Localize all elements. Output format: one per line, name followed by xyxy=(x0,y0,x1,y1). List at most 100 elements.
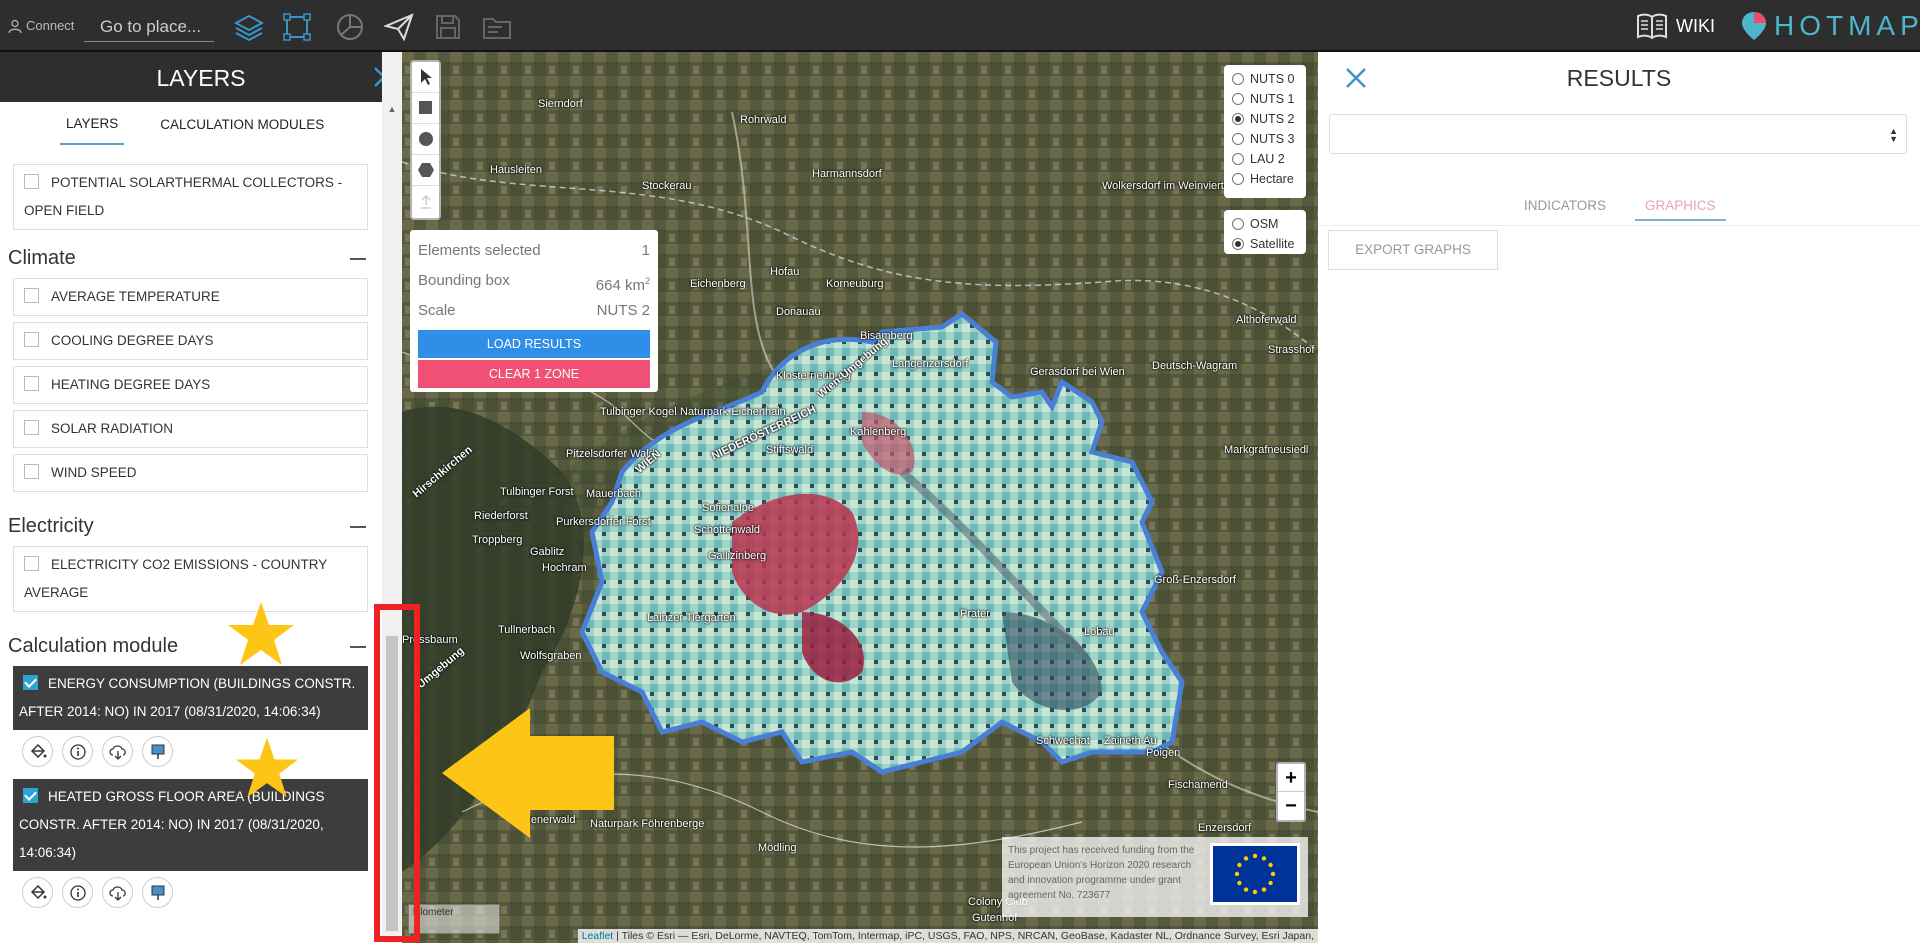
load-results-button[interactable]: LOAD RESULTS xyxy=(418,330,650,358)
checkbox[interactable] xyxy=(24,288,39,303)
leaflet-link[interactable]: Leaflet xyxy=(582,930,614,942)
basemap-option-satellite[interactable]: Satellite xyxy=(1232,234,1298,254)
cloud-download-icon[interactable] xyxy=(102,736,133,767)
save-icon[interactable] xyxy=(432,12,464,42)
checkbox[interactable] xyxy=(24,376,39,391)
radio-button[interactable] xyxy=(1232,218,1244,230)
layer-item[interactable]: COOLING DEGREE DAYS xyxy=(13,322,368,360)
draw-toolbar xyxy=(410,60,441,220)
scroll-up-arrow-icon[interactable]: ▲ xyxy=(382,104,402,114)
layer-item-solarthermal[interactable]: POTENTIAL SOLARTHERMAL COLLECTORS - OPEN… xyxy=(13,164,368,230)
clear-zone-button[interactable]: CLEAR 1 ZONE xyxy=(418,360,650,388)
eu-star xyxy=(1268,880,1273,886)
layer-item[interactable]: AVERAGE TEMPERATURE xyxy=(13,278,368,316)
group-header-calculation-module[interactable]: Calculation module xyxy=(8,626,366,666)
layer-label: WIND SPEED xyxy=(51,465,137,480)
export-graphs-button[interactable]: EXPORT GRAPHS xyxy=(1328,230,1498,270)
checkbox-checked[interactable] xyxy=(23,788,38,803)
checkbox-checked[interactable] xyxy=(23,675,38,690)
group-header-climate[interactable]: Climate xyxy=(8,238,366,278)
cursor-icon[interactable] xyxy=(412,62,439,93)
radio-button-selected[interactable] xyxy=(1232,113,1244,125)
legend-icon[interactable] xyxy=(142,877,173,908)
paint-bucket-icon[interactable] xyxy=(22,877,53,908)
map-place-label: Lainzer Tiergarten xyxy=(647,612,736,624)
checkbox[interactable] xyxy=(24,174,39,189)
pie-chart-icon[interactable] xyxy=(334,12,366,42)
place-search-input[interactable] xyxy=(84,12,214,42)
collapse-icon[interactable] xyxy=(350,526,366,528)
map-place-label: Purkersdorfer Forst xyxy=(556,516,651,528)
upload-icon[interactable] xyxy=(412,186,439,217)
paint-bucket-icon[interactable] xyxy=(22,736,53,767)
map-place-label: Stockerau xyxy=(642,180,692,192)
layer-item[interactable]: WIND SPEED xyxy=(13,454,368,492)
zoom-in-button[interactable]: + xyxy=(1278,764,1304,792)
user-icon xyxy=(8,19,22,33)
group-header-electricity[interactable]: Electricity xyxy=(8,506,366,546)
scale-option-lau2[interactable]: LAU 2 xyxy=(1232,149,1298,169)
radio-button[interactable] xyxy=(1232,93,1244,105)
radio-button[interactable] xyxy=(1232,153,1244,165)
zoom-out-button[interactable]: − xyxy=(1278,792,1304,820)
area-select-icon[interactable] xyxy=(281,12,313,42)
tab-layers[interactable]: LAYERS xyxy=(60,104,125,145)
radio-button[interactable] xyxy=(1232,133,1244,145)
scale-option-hectare[interactable]: Hectare xyxy=(1232,169,1298,189)
checkbox[interactable] xyxy=(24,420,39,435)
tab-calculation-modules[interactable]: CALCULATION MODULES xyxy=(154,105,330,144)
radio-button[interactable] xyxy=(1232,73,1244,85)
circle-draw-icon[interactable] xyxy=(412,124,439,155)
collapse-icon[interactable] xyxy=(350,646,366,648)
tab-indicators[interactable]: INDICATORS xyxy=(1514,192,1616,219)
layer-item[interactable]: ELECTRICITY CO2 EMISSIONS - COUNTRY AVER… xyxy=(13,546,368,612)
active-layer-energy-consumption[interactable]: ENERGY CONSUMPTION (BUILDINGS CONSTR. AF… xyxy=(13,666,368,730)
close-icon[interactable] xyxy=(1344,66,1368,90)
map-place-label: Wolfsgraben xyxy=(520,650,582,662)
collapse-icon[interactable] xyxy=(350,258,366,260)
map-place-label: Naturpark Eichenhain xyxy=(680,406,786,418)
legend-icon[interactable] xyxy=(142,736,173,767)
highlight-rectangle xyxy=(374,604,420,942)
arrow-left-icon xyxy=(442,708,614,838)
tab-graphics[interactable]: GRAPHICS xyxy=(1635,192,1726,221)
map-place-label: Harmannsdorf xyxy=(812,168,882,180)
active-layer-heated-floor-area[interactable]: HEATED GROSS FLOOR AREA (BUILDINGS CONST… xyxy=(13,779,368,871)
layer-item[interactable]: SOLAR RADIATION xyxy=(13,410,368,448)
checkbox[interactable] xyxy=(24,332,39,347)
eu-star xyxy=(1237,862,1242,868)
eu-star xyxy=(1268,862,1273,868)
radio-button-selected[interactable] xyxy=(1232,238,1244,250)
connect-button[interactable]: Connect xyxy=(8,18,74,33)
send-icon[interactable] xyxy=(383,12,415,42)
folder-icon[interactable] xyxy=(481,12,513,42)
radio-button[interactable] xyxy=(1232,173,1244,185)
eu-funding-text: This project has received funding from t… xyxy=(1008,845,1195,901)
map-place-label: Poigen xyxy=(1146,747,1181,759)
map-place-label: Hausleiten xyxy=(490,164,542,176)
eu-star xyxy=(1252,889,1258,895)
layers-panel-tabs: LAYERS CALCULATION MODULES xyxy=(0,102,402,146)
cloud-download-icon[interactable] xyxy=(102,877,133,908)
layer-item[interactable]: HEATING DEGREE DAYS xyxy=(13,366,368,404)
info-icon[interactable] xyxy=(62,736,93,767)
bounding-box-label: Bounding box xyxy=(418,272,510,289)
scale-option-nuts3[interactable]: NUTS 3 xyxy=(1232,129,1298,149)
map-place-label: Markgrafneusiedl xyxy=(1224,444,1309,456)
checkbox[interactable] xyxy=(24,464,39,479)
layers-icon[interactable] xyxy=(233,12,265,42)
basemap-option-osm[interactable]: OSM xyxy=(1232,214,1298,234)
scale-option-nuts1[interactable]: NUTS 1 xyxy=(1232,89,1298,109)
info-icon[interactable] xyxy=(62,877,93,908)
map-place-label: Schwechat xyxy=(1036,735,1090,747)
checkbox[interactable] xyxy=(24,556,39,571)
results-selector[interactable]: ▲ ▼ xyxy=(1329,114,1907,154)
rectangle-draw-icon[interactable] xyxy=(412,93,439,124)
wiki-link[interactable]: WIKI xyxy=(1636,12,1715,40)
top-bar: Connect WIKI HOTMAPS xyxy=(0,0,1920,52)
scale-option-nuts2[interactable]: NUTS 2 xyxy=(1232,109,1298,129)
scale-option-nuts0[interactable]: NUTS 0 xyxy=(1232,69,1298,89)
zoom-control: + − xyxy=(1276,762,1306,822)
scale-option-label: NUTS 2 xyxy=(1250,112,1295,126)
polygon-draw-icon[interactable] xyxy=(412,155,439,186)
